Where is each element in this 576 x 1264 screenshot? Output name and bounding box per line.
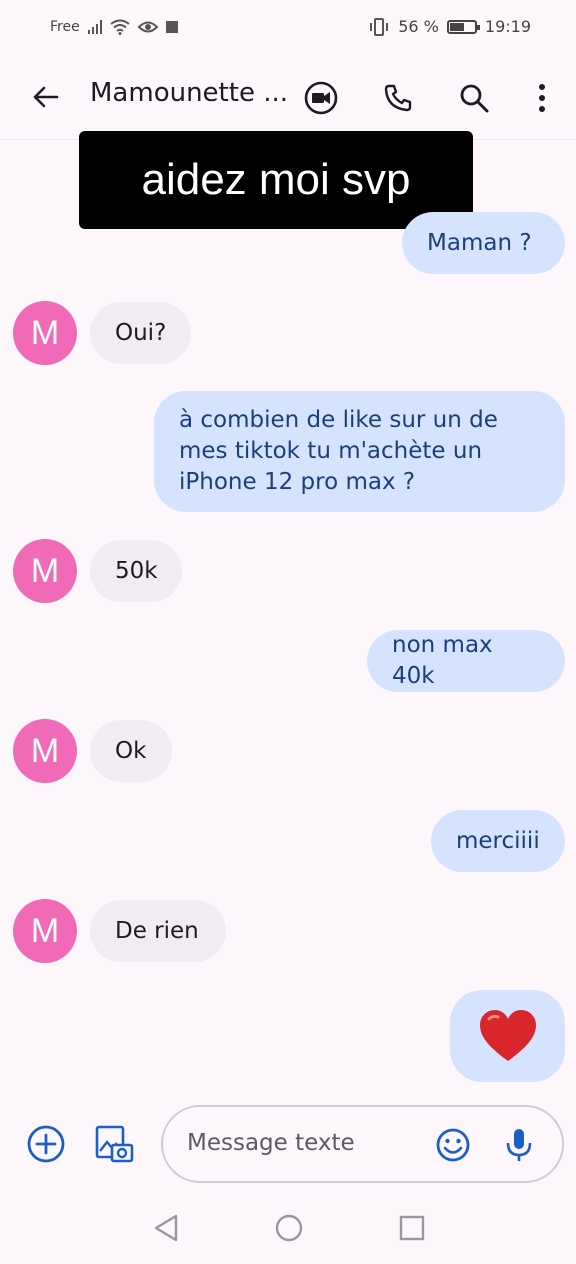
message-input[interactable]: Message texte bbox=[161, 1105, 564, 1183]
gallery-button[interactable] bbox=[92, 1122, 136, 1166]
vibrate-icon bbox=[370, 17, 389, 36]
emoji-icon bbox=[436, 1128, 470, 1162]
wifi-icon bbox=[110, 19, 130, 35]
contact-avatar[interactable]: M bbox=[13, 539, 77, 603]
battery-fill bbox=[449, 22, 465, 31]
notification-square-icon bbox=[165, 21, 178, 33]
more-vert-icon bbox=[539, 84, 545, 112]
nav-back-icon bbox=[154, 1214, 178, 1242]
battery-icon bbox=[446, 19, 480, 34]
outgoing-message[interactable]: merciiii bbox=[431, 810, 565, 872]
status-bar: Free 56 % 19:19 bbox=[0, 0, 576, 56]
nav-recents-icon bbox=[399, 1215, 425, 1241]
incoming-message[interactable]: 50k bbox=[90, 540, 182, 602]
search-icon bbox=[460, 84, 489, 113]
nav-recents-button[interactable] bbox=[396, 1212, 428, 1244]
outgoing-message[interactable]: à combien de like sur un de mes tiktok t… bbox=[154, 391, 565, 512]
voice-input-button[interactable] bbox=[497, 1123, 541, 1167]
contact-avatar[interactable]: M bbox=[13, 719, 77, 783]
contact-name[interactable]: Mamounette ... bbox=[90, 78, 288, 108]
signal-icon bbox=[87, 20, 102, 34]
conversation-header: Mamounette ... bbox=[0, 56, 576, 140]
incoming-message[interactable]: Ok bbox=[90, 720, 172, 782]
heart-icon bbox=[479, 1010, 536, 1061]
back-arrow-icon bbox=[33, 86, 59, 108]
clock: 19:19 bbox=[484, 17, 531, 36]
eye-icon bbox=[137, 21, 158, 33]
message-input-placeholder: Message texte bbox=[187, 1130, 355, 1156]
nav-home-button[interactable] bbox=[273, 1212, 305, 1244]
add-attachment-button[interactable] bbox=[24, 1122, 68, 1166]
gallery-icon bbox=[95, 1125, 134, 1163]
contact-avatar[interactable]: M bbox=[13, 899, 77, 963]
battery-percent: 56 % bbox=[398, 17, 439, 36]
outgoing-message[interactable]: non max 40k bbox=[367, 630, 565, 692]
back-button[interactable] bbox=[24, 76, 66, 118]
add-icon bbox=[27, 1125, 65, 1163]
video-call-button[interactable] bbox=[299, 76, 343, 120]
composer: Message texte bbox=[0, 1100, 576, 1190]
emoji-button[interactable] bbox=[431, 1123, 475, 1167]
nav-home-icon bbox=[275, 1214, 303, 1242]
incoming-message[interactable]: De rien bbox=[90, 900, 226, 962]
search-button[interactable] bbox=[452, 76, 496, 120]
outgoing-message[interactable]: ❤️ bbox=[450, 990, 565, 1082]
carrier-label: Free bbox=[50, 19, 80, 35]
phone-icon bbox=[384, 84, 412, 112]
overlay-caption: aidez moi svp bbox=[79, 131, 473, 229]
outgoing-message[interactable]: Maman ? bbox=[402, 212, 565, 274]
nav-back-button[interactable] bbox=[150, 1212, 182, 1244]
outgoing-message-text: à combien de like sur un de mes tiktok t… bbox=[179, 407, 498, 495]
mic-icon bbox=[506, 1129, 532, 1161]
video-call-icon bbox=[304, 81, 338, 115]
contact-avatar[interactable]: M bbox=[13, 301, 77, 365]
incoming-message[interactable]: Oui? bbox=[90, 302, 191, 364]
call-button[interactable] bbox=[376, 76, 420, 120]
more-options-button[interactable] bbox=[520, 76, 564, 120]
system-navigation-bar bbox=[0, 1190, 576, 1264]
